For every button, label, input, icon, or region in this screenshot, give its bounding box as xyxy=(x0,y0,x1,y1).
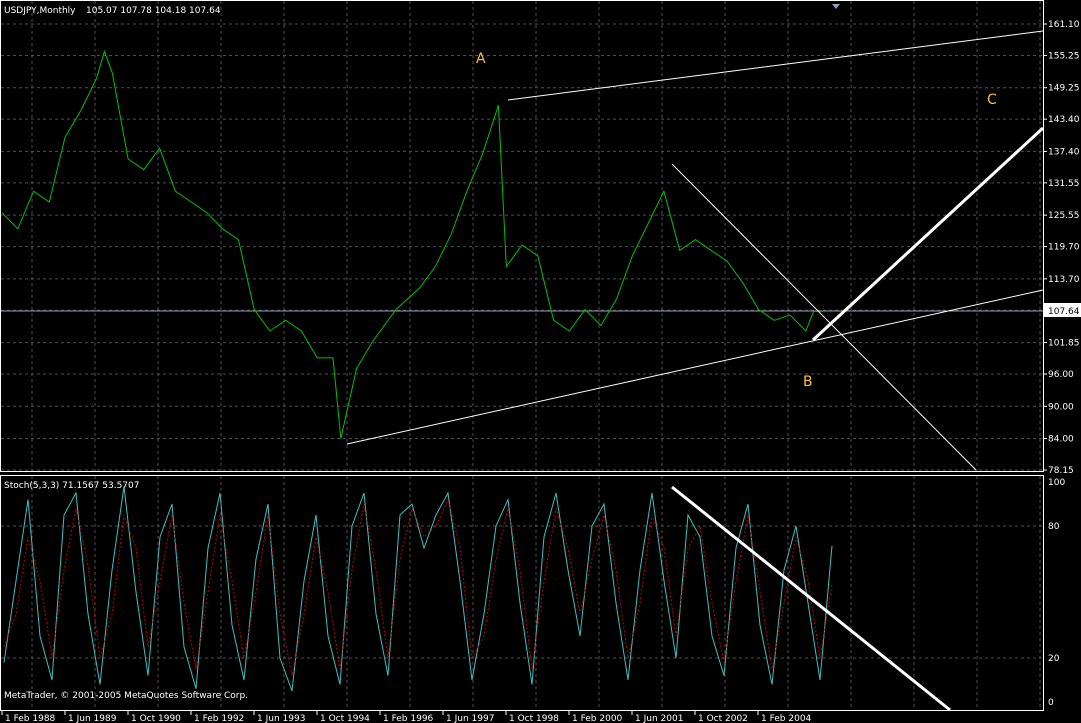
current-price-label: 107.64 xyxy=(1048,307,1080,317)
price-tick-label: 137.40 xyxy=(1048,147,1080,157)
time-tick-label: 1 Feb 1996 xyxy=(383,714,434,723)
time-tick-label: 1 Jun 1993 xyxy=(257,714,305,723)
stoch-title: Stoch(5,3,3) 71.1567 53.5707 xyxy=(4,481,139,491)
price-tick-label: 101.85 xyxy=(1048,339,1080,349)
time-tick-label: 1 Feb 1992 xyxy=(194,714,244,723)
price-panel xyxy=(0,0,1044,472)
stoch-tick-label: 0 xyxy=(1048,698,1054,708)
price-tick-label: 78.15 xyxy=(1048,466,1074,476)
stochastic-panel xyxy=(0,475,1044,711)
chart-ohlc: 105.07 107.78 104.18 107.64 xyxy=(86,6,221,16)
price-tick-label: 149.25 xyxy=(1048,84,1080,94)
wave-label-b: B xyxy=(803,374,813,390)
price-tick-label: 131.55 xyxy=(1048,179,1080,189)
stoch-tick-label: 20 xyxy=(1048,654,1060,664)
stoch-tick-label: 80 xyxy=(1048,522,1060,532)
price-tick-label: 155.25 xyxy=(1048,51,1080,61)
time-tick-label: 1 Oct 1990 xyxy=(131,714,181,723)
wave-label-a: A xyxy=(476,51,486,67)
stoch-y-axis: 100 80 20 0 xyxy=(1048,478,1065,708)
time-tick-label: 1 Jun 2001 xyxy=(635,714,683,723)
price-tick-label: 119.70 xyxy=(1048,243,1080,253)
time-tick-label: 1 Feb 1988 xyxy=(5,714,56,723)
time-tick-label: 1 Feb 2000 xyxy=(572,714,623,723)
stoch-tick-label: 100 xyxy=(1048,478,1065,488)
time-tick-label: 1 Oct 1998 xyxy=(509,714,559,723)
time-tick-label: 1 Oct 1994 xyxy=(320,714,370,723)
price-tick-label: 84.00 xyxy=(1048,435,1074,445)
price-tick-label: 96.00 xyxy=(1048,370,1074,380)
chart-canvas: 161.10 155.25 149.25 143.40 137.40 131.55 125.… xyxy=(0,0,1081,723)
price-tick-label: 90.00 xyxy=(1048,402,1074,412)
price-tick-label: 113.70 xyxy=(1048,275,1080,285)
time-tick-label: 1 Oct 2002 xyxy=(698,714,748,723)
wave-label-c: C xyxy=(987,92,997,108)
price-tick-label: 161.10 xyxy=(1048,20,1080,30)
price-tick-label: 125.55 xyxy=(1048,211,1080,221)
price-y-axis: 161.10 155.25 149.25 143.40 137.40 131.55 125.… xyxy=(1043,20,1080,476)
time-x-axis: 1 Feb 1988 1 Jun 1989 1 Oct 1990 1 Feb 1992… xyxy=(1,711,812,723)
chart-title: USDJPY,Monthly xyxy=(4,6,76,16)
time-tick-label: 1 Jun 1997 xyxy=(446,714,494,723)
time-tick-label: 1 Jun 1989 xyxy=(68,714,117,723)
time-tick-label: 1 Feb 2004 xyxy=(761,714,812,723)
copyright-footer: MetaTrader, © 2001-2005 MetaQuotes Softw… xyxy=(4,691,248,701)
price-tick-label: 143.40 xyxy=(1048,115,1080,125)
